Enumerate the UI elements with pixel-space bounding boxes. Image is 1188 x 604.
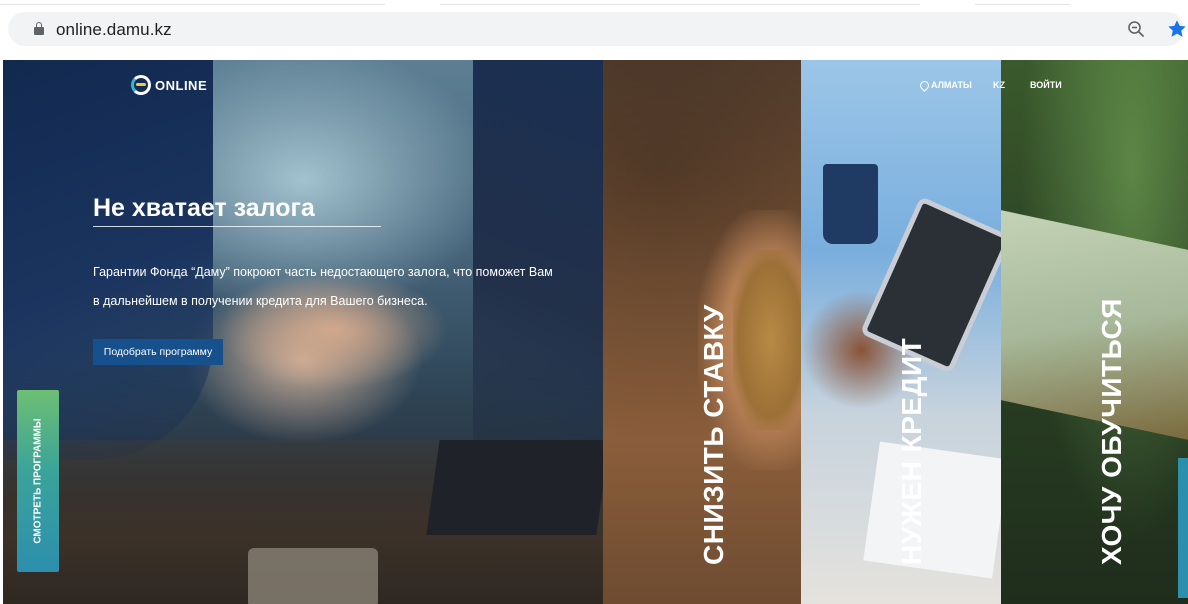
zoom-out-icon[interactable] bbox=[1127, 20, 1145, 38]
panel-label: НУЖЕН КРЕДИТ bbox=[896, 337, 927, 565]
hero-image-laptop bbox=[426, 440, 603, 535]
panel-want-to-learn[interactable]: ХОЧУ ОБУЧИТЬСЯ bbox=[1001, 60, 1188, 604]
logo-text: ONLINE bbox=[155, 77, 208, 93]
language-switch[interactable]: KZ bbox=[993, 80, 1005, 90]
hero-subtitle: Гарантии Фонда “Даму” покроют часть недо… bbox=[93, 265, 553, 308]
panel-need-credit[interactable]: НУЖЕН КРЕДИТ bbox=[801, 60, 1001, 604]
location-pin-icon bbox=[918, 78, 931, 92]
website-viewport: ONLINE Не хватает залога Гарантии Фонда … bbox=[3, 60, 1188, 604]
hero-image-phone bbox=[248, 548, 378, 604]
select-program-button[interactable]: Подобрать программу bbox=[93, 339, 223, 365]
address-bar[interactable]: online.damu.kz bbox=[8, 12, 1186, 46]
panel-image-grain bbox=[733, 250, 801, 430]
login-link[interactable]: ВОЙТИ bbox=[1030, 80, 1062, 90]
tab-divider bbox=[440, 4, 920, 5]
lock-icon[interactable] bbox=[34, 22, 44, 35]
hero-section: ONLINE Не хватает залога Гарантии Фонда … bbox=[3, 60, 603, 604]
city-label: АЛМАТЫ bbox=[931, 80, 972, 90]
tab-divider bbox=[975, 4, 1070, 5]
city-selector[interactable]: АЛМАТЫ bbox=[918, 78, 972, 92]
hero-title: Не хватает залога bbox=[93, 194, 315, 222]
logo-icon bbox=[131, 75, 151, 95]
panel-label: СНИЗИТЬ СТАВКУ bbox=[698, 304, 729, 565]
panel-lower-rate[interactable]: СНИЗИТЬ СТАВКУ bbox=[603, 60, 801, 604]
panel-image-book bbox=[1001, 210, 1188, 440]
title-underline bbox=[93, 226, 381, 227]
panel-image-mug bbox=[823, 164, 878, 244]
panel-image-papers bbox=[863, 441, 1001, 579]
url-text[interactable]: online.damu.kz bbox=[56, 20, 172, 40]
panel-label: ХОЧУ ОБУЧИТЬСЯ bbox=[1096, 298, 1127, 565]
hero-image-suit bbox=[473, 60, 603, 450]
view-programs-tab[interactable]: СМОТРЕТЬ ПРОГРАММЫ bbox=[17, 390, 59, 572]
view-programs-label: СМОТРЕТЬ ПРОГРАММЫ bbox=[32, 418, 44, 544]
site-logo[interactable]: ONLINE bbox=[131, 74, 207, 96]
bookmark-star-icon[interactable] bbox=[1166, 18, 1188, 40]
browser-top-strip bbox=[0, 0, 1188, 10]
side-edge-tab[interactable] bbox=[1178, 458, 1188, 598]
tab-divider bbox=[0, 4, 385, 5]
